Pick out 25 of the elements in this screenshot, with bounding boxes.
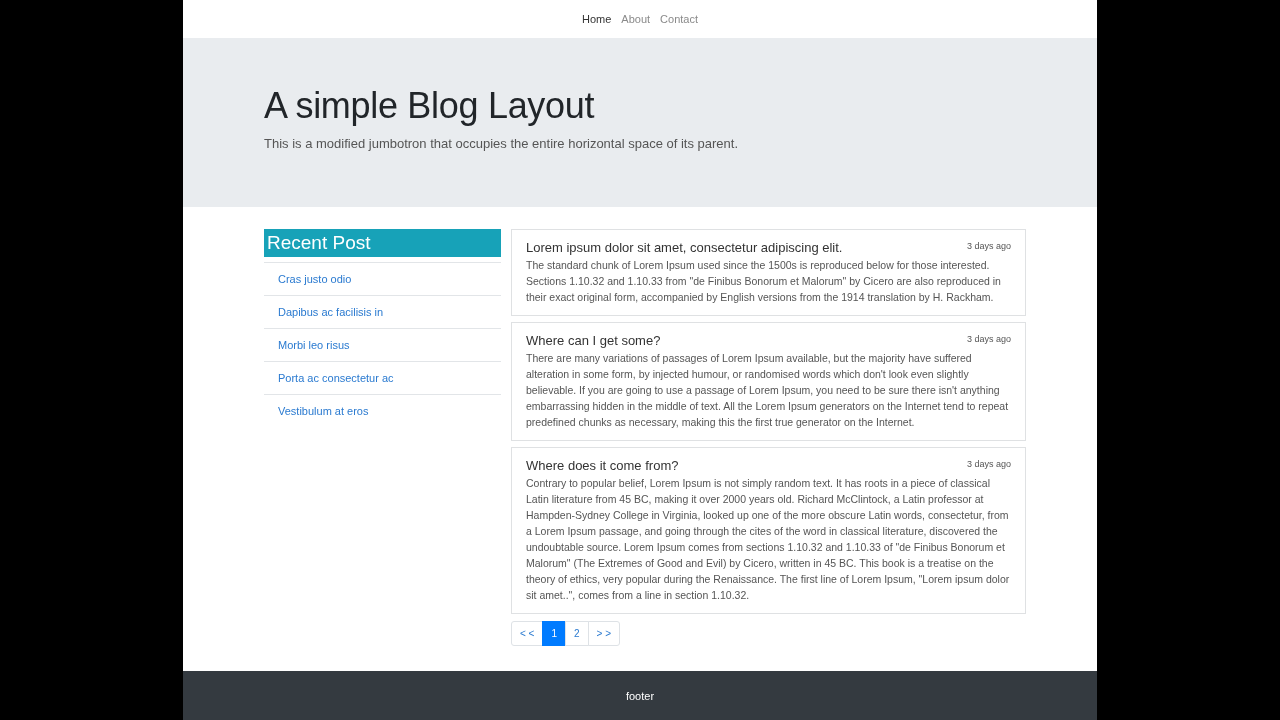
sidebar-link[interactable]: Vestibulum at eros: [264, 394, 501, 427]
post-title: Lorem ipsum dolor sit amet, consectetur adipiscing elit.: [526, 239, 843, 257]
page-button[interactable]: > >: [587, 621, 621, 646]
post-date: 3 days ago: [966, 333, 1011, 346]
sidebar-link[interactable]: Dapibus ac facilisis in: [264, 295, 501, 328]
page-button[interactable]: < <: [511, 621, 544, 646]
post-title: Where does it come from?: [526, 457, 679, 475]
nav-link[interactable]: About: [621, 13, 651, 25]
hero-title: A simple Blog Layout: [264, 85, 596, 127]
post-date: 3 days ago: [966, 240, 1011, 253]
footer-text: footer: [625, 689, 655, 702]
sidebar-heading: Recent Post: [264, 229, 501, 257]
sidebar-link[interactable]: Cras justo odio: [264, 262, 501, 295]
post-date: 3 days ago: [966, 458, 1011, 471]
sidebar-link[interactable]: Morbi leo risus: [264, 328, 501, 361]
nav-link[interactable]: Contact: [660, 13, 698, 25]
nav-link[interactable]: Home: [582, 13, 612, 25]
post-title: Where can I get some?: [526, 332, 661, 350]
page-button[interactable]: 2: [565, 621, 589, 646]
hero-subtitle: This is a modified jumbotron that occupies the entire horizontal space of its parent.: [264, 135, 740, 153]
post-body: There are many variations of passages of Lorem Ipsum available, but the majority have suffered alteration in some form, by injected humour, or randomised words which don't look even slightly believable. If you are going to use a passage of Lorem Ipsum, you need to be sure there isn't anything embarrassing hidden in the middle of text. All the Lorem Ipsum generators on the Internet tend to repeat predefined chunks as necessary, making this the first true generator on the Internet.: [526, 351, 1010, 430]
post-body: The standard chunk of Lorem Ipsum used since the 1500s is reproduced below for those interested. Sections 1.10.32 and 1.10.33 from "de Finibus Bonorum et Malorum" by Cicero are also reproduced in their exact original form, accompanied by English versions from the 1914 translation by H. Rackham.: [526, 258, 1002, 305]
post-body: Contrary to popular belief, Lorem Ipsum is not simply random text. It has roots in a piece of classical Latin literature from 45 BC, making it over 2000 years old. Richard McClintock, a Latin professor at Hampden-Sydney College in Virginia, looked up one of the more obscure Latin words, consectetur, from a Lorem Ipsum passage, and going through the cites of the word in classical literature, discovered the undoubtable source. Lorem Ipsum comes from sections 1.10.32 and 1.10.33 of "de Finibus Bonorum et Malorum" (The Extremes of Good and Evil) by Cicero, written in 45 BC. This book is a treatise on the theory of ethics, very popular during the Renaissance. The first line of Lorem Ipsum, "Lorem ipsum dolor sit amet..", comes from a line in section 1.10.32.: [526, 476, 1011, 603]
sidebar-link[interactable]: Porta ac consectetur ac: [264, 361, 501, 394]
page-button[interactable]: 1: [542, 621, 567, 646]
